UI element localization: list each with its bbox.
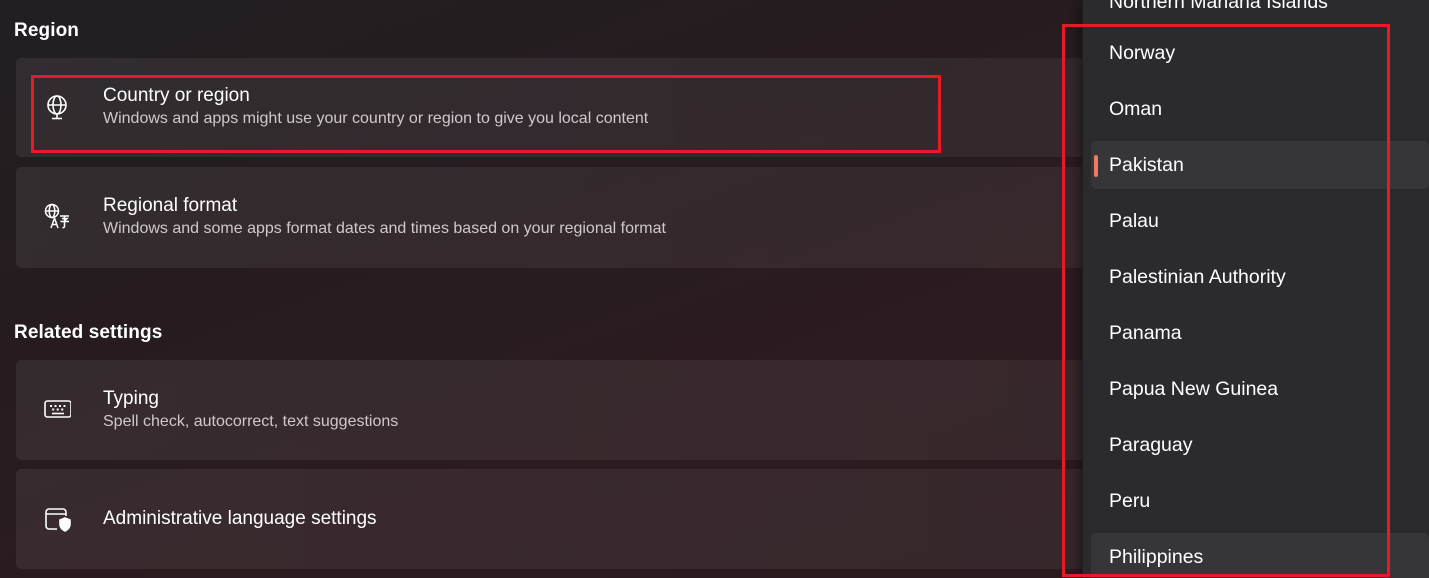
admin-shield-icon [40,502,74,536]
dropdown-option-selected[interactable]: Pakistan [1091,141,1429,189]
language-format-icon [40,199,74,233]
dropdown-option[interactable]: Peru [1091,477,1429,525]
country-or-region-subtitle: Windows and apps might use your country … [103,110,649,127]
regional-format-subtitle: Windows and some apps format dates and t… [103,220,666,237]
dropdown-option[interactable]: Palestinian Authority [1091,253,1429,301]
selection-indicator [1094,155,1098,177]
dropdown-option[interactable]: Papua New Guinea [1091,365,1429,413]
dropdown-option-hover[interactable]: Philippines [1091,533,1429,578]
dropdown-option[interactable]: Northern Mariana Islands [1091,0,1429,26]
dropdown-option[interactable]: Oman [1091,85,1429,133]
regional-format-setting[interactable]: Regional format Windows and some apps fo… [16,167,1096,268]
typing-subtitle: Spell check, autocorrect, text suggestio… [103,413,399,430]
typing-setting[interactable]: Typing Spell check, autocorrect, text su… [16,360,1096,460]
dropdown-option[interactable]: Norway [1091,29,1429,77]
dropdown-option[interactable]: Paraguay [1091,421,1429,469]
region-heading: Region [14,20,79,41]
dropdown-option[interactable]: Palau [1091,197,1429,245]
globe-icon [40,90,74,124]
country-or-region-title: Country or region [103,85,250,106]
typing-title: Typing [103,388,159,409]
dropdown-option[interactable]: Panama [1091,309,1429,357]
administrative-language-setting[interactable]: Administrative language settings [16,469,1096,569]
administrative-language-title: Administrative language settings [103,508,377,529]
regional-format-title: Regional format [103,195,238,216]
country-dropdown-list[interactable]: Northern Mariana Islands Norway Oman Pak… [1082,0,1429,578]
related-settings-heading: Related settings [14,322,163,343]
country-or-region-setting[interactable]: Country or region Windows and apps might… [16,58,1096,157]
keyboard-icon [40,392,74,426]
